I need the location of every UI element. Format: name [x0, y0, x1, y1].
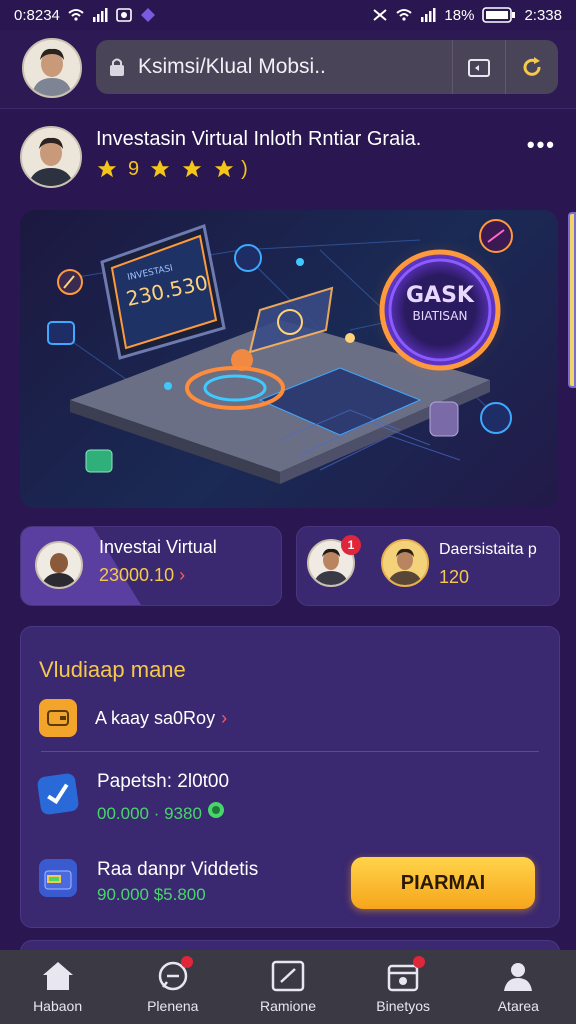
panel-title: Vludiaap mane	[39, 657, 186, 682]
profile-icon	[504, 963, 533, 991]
panel-item-2-amount: 00.000 · 9380	[97, 804, 202, 823]
card-right-title: Daersistaita p	[439, 541, 537, 558]
nav-badge	[180, 956, 193, 968]
panel-item-3-title: Raa danpr Viddetis	[97, 859, 259, 880]
bottom-nav: Habaon Plenena Ramione Binetyos Atarea	[0, 950, 576, 1024]
edit-icon	[271, 960, 305, 992]
panel-item-2[interactable]	[36, 772, 80, 816]
star-icon	[150, 159, 170, 178]
status-time-right: 2:338	[524, 6, 562, 24]
nav-label: Plenena	[147, 998, 199, 1014]
person-icon	[37, 543, 81, 587]
card-left-title: Investai Virtual	[99, 537, 217, 557]
investment-panel: Vludiaap mane A kaay sa0Roy › Papetsh: 2…	[20, 626, 560, 928]
more-icon: •••	[526, 132, 556, 157]
app-notification-icon	[140, 8, 155, 22]
panel-item-1-label: A kaay sa0Roy	[95, 707, 216, 728]
investor-avatar	[35, 541, 83, 589]
wallet-icon	[39, 699, 77, 737]
badge-line2: BIATISAN	[413, 309, 468, 323]
primary-action-button[interactable]: PIARMAI	[351, 857, 535, 909]
status-time-left: 0:8234	[14, 6, 60, 24]
home-icon	[42, 962, 73, 990]
panel-item-2-value: 00.000 · 9380	[97, 801, 225, 824]
side-scroll-handle[interactable]	[568, 212, 576, 388]
star-icon	[214, 159, 234, 178]
panel-item-2-title: Papetsh: 2l0t00	[97, 771, 230, 792]
tab-switch-button[interactable]	[452, 40, 505, 94]
panel-divider	[41, 751, 539, 752]
wifi-icon	[396, 9, 413, 21]
post-rating: 9 )	[96, 158, 248, 181]
check-icon	[36, 772, 80, 816]
wifi-icon	[68, 9, 84, 21]
nav-label: Habaon	[33, 998, 83, 1014]
notification-badge: 1	[341, 535, 361, 555]
tab-switch-icon	[468, 59, 490, 77]
refresh-icon	[523, 57, 541, 76]
nav-item-calendar[interactable]: Binetyos	[353, 956, 453, 1014]
status-bar: 0:8234 18% 2:338	[0, 0, 576, 30]
refresh-button[interactable]	[505, 40, 558, 94]
rating-suffix: )	[241, 158, 248, 180]
author-avatar[interactable]	[20, 126, 82, 188]
signal-icon	[92, 8, 108, 22]
nav-item-edit[interactable]: Ramione	[238, 960, 338, 1014]
chevron-right-icon: ›	[179, 565, 186, 585]
lock-icon	[110, 58, 124, 76]
url-text[interactable]: Ksimsi/Klual Mobsi..	[138, 55, 452, 79]
mute-icon	[373, 9, 388, 21]
investment-card-right[interactable]: 1 Daersistaita p 120	[296, 526, 560, 606]
nav-label: Ramione	[259, 998, 316, 1014]
panel-item-3-value: 90.000 $5.800	[97, 885, 206, 904]
investment-card-left[interactable]: Investai Virtual 23000.10 ›	[20, 526, 282, 606]
nav-badge	[413, 956, 426, 968]
nav-label: Binetyos	[376, 998, 430, 1014]
post-header: Investasin Virtual Inloth Rntiar Graia. …	[20, 126, 560, 192]
person-icon	[22, 128, 80, 186]
star-icon	[182, 159, 202, 178]
nav-item-home[interactable]: Habaon	[8, 960, 108, 1014]
battery-icon	[482, 7, 516, 23]
panel-item-3[interactable]	[39, 859, 77, 897]
panel-item-1[interactable]: A kaay sa0Roy ›	[39, 699, 227, 737]
nav-item-chat[interactable]: Plenena	[123, 956, 223, 1014]
hero-illustration[interactable]: 230.530 INVESTASI GASK BIATISAN	[20, 210, 558, 508]
coin-icon	[207, 802, 224, 818]
person-icon	[383, 541, 427, 585]
signal-icon	[421, 8, 436, 22]
nav-item-profile[interactable]: Atarea	[468, 960, 568, 1014]
top-bar: Ksimsi/Klual Mobsi..	[0, 30, 576, 109]
gallery-icon	[116, 8, 132, 22]
battery-percent: 18%	[444, 6, 475, 24]
investor-avatar-2	[381, 539, 429, 587]
card-left-amount: 23000.10 ›	[99, 565, 185, 586]
badge-line1: GASK	[406, 283, 475, 308]
user-avatar[interactable]	[22, 38, 82, 98]
card-left-value: 23000.10	[99, 565, 175, 585]
star-icon	[97, 159, 117, 178]
person-icon	[24, 40, 80, 96]
money-box-icon	[39, 859, 77, 897]
post-title: Investasin Virtual Inloth Rntiar Graia.	[96, 128, 422, 150]
nav-label: Atarea	[497, 998, 539, 1014]
card-right-amount: 120	[439, 567, 475, 587]
rating-prefix: 9	[128, 158, 140, 180]
more-options-button[interactable]: •••	[527, 132, 556, 158]
laptop-illustration: 230.530 INVESTASI GASK BIATISAN	[47, 219, 513, 484]
chevron-right-icon: ›	[221, 707, 228, 728]
address-bar[interactable]: Ksimsi/Klual Mobsi..	[96, 40, 558, 94]
